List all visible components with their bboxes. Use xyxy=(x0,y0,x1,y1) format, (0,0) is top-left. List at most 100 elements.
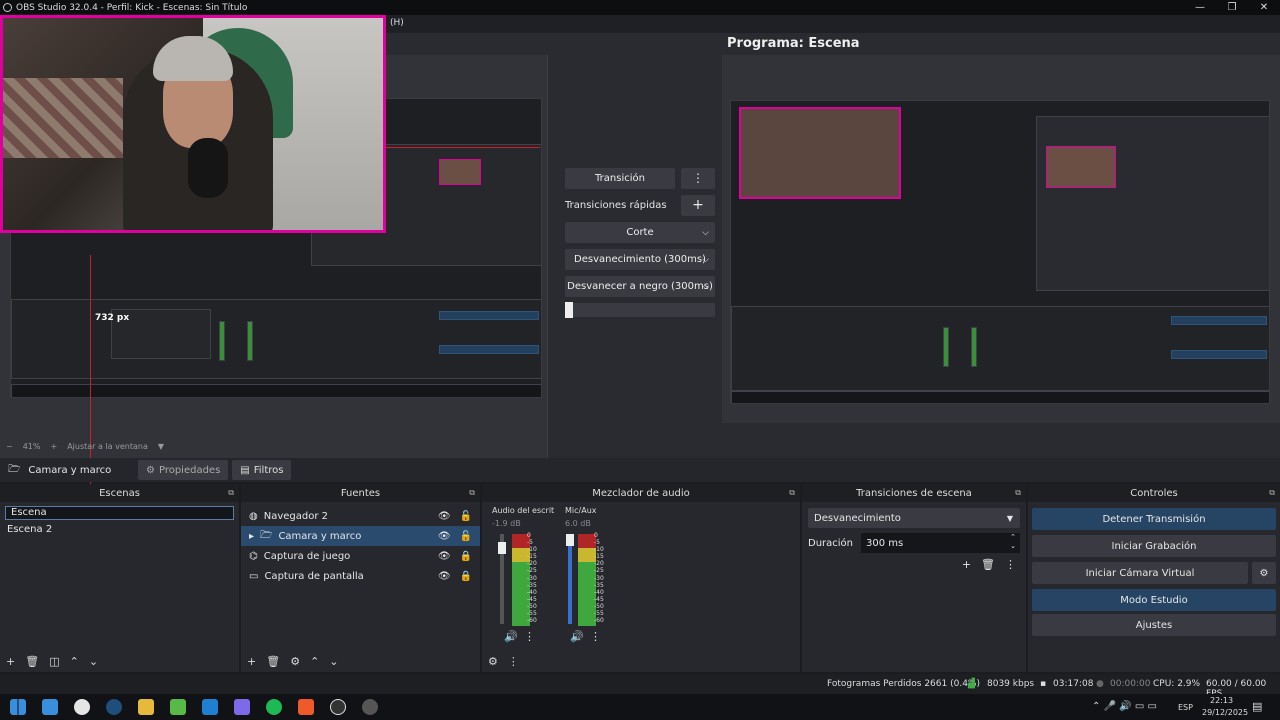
move-up-button[interactable]: ⌃ xyxy=(70,655,79,668)
add-quick-transition-button[interactable]: + xyxy=(681,195,715,216)
zoom-in-button[interactable]: + xyxy=(50,442,57,451)
stop-stream-button[interactable]: Detener Transmisión xyxy=(1032,508,1276,530)
move-up-button[interactable]: ⌃ xyxy=(310,655,319,668)
quick-transition-label: Desvanecer a negro (300ms) xyxy=(567,281,713,292)
zoom-out-button[interactable]: − xyxy=(6,442,13,451)
gear-icon[interactable]: ⚙ xyxy=(1252,562,1276,584)
eye-icon[interactable]: 👁 xyxy=(438,571,451,582)
notification-icon[interactable]: ▤ xyxy=(1252,700,1262,713)
scene-rename-input[interactable]: Escena xyxy=(5,506,234,520)
move-down-button[interactable]: ⌄ xyxy=(329,655,338,668)
chevron-down-icon[interactable]: ▼ xyxy=(1007,514,1013,523)
channel-menu-icon[interactable]: ⋮ xyxy=(524,630,535,643)
quick-transition-fade[interactable]: Desvanecimiento (300ms) ⌵ xyxy=(565,249,715,270)
settings-gear-icon[interactable] xyxy=(362,699,378,715)
source-item[interactable]: ⌬ Captura de juego 👁 🔒 xyxy=(241,546,480,566)
meter-segment xyxy=(578,562,587,626)
signal-icon: ▟ xyxy=(968,679,975,689)
scene-filters-button[interactable]: ◫ xyxy=(49,655,59,668)
virtual-camera-button[interactable]: Iniciar Cámara Virtual xyxy=(1032,562,1248,584)
undock-icon[interactable]: ⧉ xyxy=(469,488,475,498)
chevron-down-icon[interactable]: ⌵ xyxy=(702,282,709,292)
close-button[interactable]: ✕ xyxy=(1248,0,1280,15)
lock-icon[interactable]: 🔒 xyxy=(460,571,472,582)
folder-icon[interactable] xyxy=(138,699,154,715)
speaker-icon[interactable]: 🔊 xyxy=(504,630,518,643)
tray-icons[interactable]: ⌃ 🎤 🔊 ▭ ▭ xyxy=(1092,701,1157,712)
advanced-audio-button[interactable]: ⚙ xyxy=(488,655,498,668)
scene-item[interactable]: Escena 2 xyxy=(0,520,239,540)
trash-icon[interactable]: 🗑 xyxy=(981,558,995,571)
minimize-button[interactable]: — xyxy=(1184,0,1216,15)
chevron-down-icon[interactable]: ⌵ xyxy=(702,228,709,238)
mixer-menu-button[interactable]: ⋮ xyxy=(508,655,519,668)
transition-select[interactable]: Desvanecimiento ▼ xyxy=(808,508,1020,528)
discord-icon[interactable] xyxy=(234,699,250,715)
clock-time[interactable]: 22:13 xyxy=(1210,696,1233,705)
undock-icon[interactable]: ⧉ xyxy=(789,488,795,498)
move-down-button[interactable]: ⌄ xyxy=(89,655,98,668)
quick-transition-fade-black[interactable]: Desvanecer a negro (300ms) ⌵ xyxy=(565,276,715,297)
lock-icon[interactable]: 🔒 xyxy=(460,551,472,562)
channel-db: -1.9 dB xyxy=(492,519,521,528)
nested-camera xyxy=(739,107,901,199)
expand-icon[interactable]: ▸ xyxy=(249,531,254,542)
windows-start-icon[interactable] xyxy=(10,699,26,715)
transition-menu-button[interactable]: ⋮ xyxy=(681,168,715,189)
steam-icon[interactable] xyxy=(106,699,122,715)
spinner-icon[interactable]: ⌃ ⌄ xyxy=(1010,533,1016,551)
transition-slider-handle[interactable] xyxy=(565,302,573,318)
quick-transition-cut[interactable]: Corte ⌵ xyxy=(565,222,715,243)
transition-menu-button[interactable]: ⋮ xyxy=(1005,558,1016,571)
undock-icon[interactable]: ⧉ xyxy=(228,488,234,498)
properties-button[interactable]: ⚙ Propiedades xyxy=(138,460,229,480)
start-recording-button[interactable]: Iniciar Grabación xyxy=(1032,535,1276,557)
undock-icon[interactable]: ⧉ xyxy=(1269,488,1275,498)
scale-label: -25 xyxy=(527,567,537,575)
lock-icon[interactable]: 🔓 xyxy=(460,511,472,522)
spotify-icon[interactable] xyxy=(266,699,282,715)
nested-button xyxy=(439,345,539,354)
fader-handle[interactable] xyxy=(498,542,506,554)
eye-icon[interactable]: 👁 xyxy=(438,511,451,522)
trash-icon[interactable]: 🗑 xyxy=(266,655,280,668)
source-item[interactable]: ◍ Navegador 2 👁 🔓 xyxy=(241,506,480,526)
source-item[interactable]: ▭ Captura de pantalla 👁 🔒 xyxy=(241,566,480,586)
filters-button[interactable]: ▤ Filtros xyxy=(232,460,292,480)
source-item[interactable]: ▸ 🗁 Camara y marco 👁 🔓 xyxy=(241,526,480,546)
transition-slider[interactable] xyxy=(565,302,715,318)
desktop-icon[interactable] xyxy=(42,699,58,715)
browser-icon[interactable] xyxy=(74,699,90,715)
chevron-down-icon[interactable]: ⌵ xyxy=(702,255,709,265)
fit-window-button[interactable]: Ajustar a la ventana xyxy=(67,442,148,451)
channel-menu-icon[interactable]: ⋮ xyxy=(590,630,601,643)
lock-icon[interactable]: 🔓 xyxy=(460,531,472,542)
vscode-icon[interactable] xyxy=(202,699,218,715)
undock-icon[interactable]: ⧉ xyxy=(1015,488,1021,498)
add-transition-button[interactable]: + xyxy=(962,558,971,571)
add-source-button[interactable]: + xyxy=(247,655,256,668)
zoom-menu-button[interactable]: ▼ xyxy=(158,442,164,451)
speaker-icon[interactable]: 🔊 xyxy=(570,630,584,643)
maximize-button[interactable]: ❐ xyxy=(1216,0,1248,15)
fader-handle[interactable] xyxy=(566,534,574,546)
gear-icon[interactable]: ⚙ xyxy=(290,655,300,668)
volume-fader[interactable] xyxy=(498,534,506,624)
obs-icon[interactable] xyxy=(330,699,346,715)
trash-icon[interactable]: 🗑 xyxy=(25,655,39,668)
language-indicator[interactable]: ESP xyxy=(1178,703,1193,712)
settings-button[interactable]: Ajustes xyxy=(1032,614,1276,636)
clock-date[interactable]: 29/12/2025 xyxy=(1202,708,1248,717)
studio-mode-button[interactable]: Modo Estudio xyxy=(1032,589,1276,611)
game-app-icon[interactable] xyxy=(170,699,186,715)
add-scene-button[interactable]: + xyxy=(6,655,15,668)
menu-help[interactable]: (H) xyxy=(390,18,404,28)
nested-meter xyxy=(971,327,977,367)
eye-icon[interactable]: 👁 xyxy=(438,551,451,562)
eye-icon[interactable]: 👁 xyxy=(438,531,451,542)
transition-button[interactable]: Transición xyxy=(565,168,675,189)
volume-fader[interactable] xyxy=(566,534,574,624)
sources-title: Fuentes xyxy=(340,487,381,499)
duration-field[interactable]: 300 ms ⌃ ⌄ xyxy=(861,533,1020,553)
brave-icon[interactable] xyxy=(298,699,314,715)
